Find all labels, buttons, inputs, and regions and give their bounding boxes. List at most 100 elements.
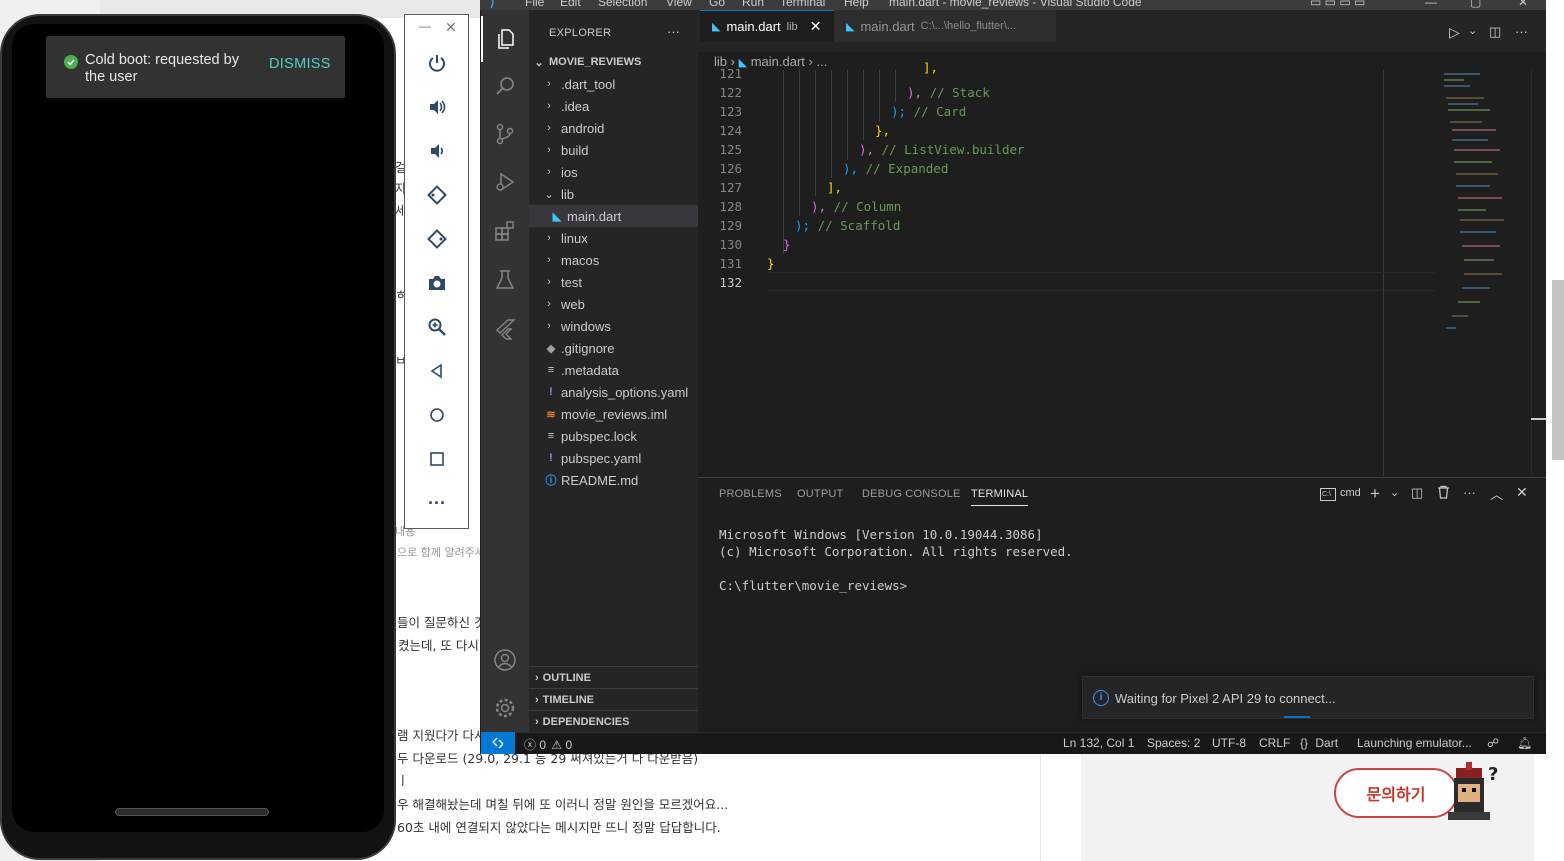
source-control-icon[interactable] — [481, 111, 529, 157]
menu-terminal[interactable]: Terminal — [780, 0, 825, 9]
manage-gear-icon[interactable] — [481, 685, 529, 731]
terminal-prompt[interactable]: C:\flutter\movie_reviews> — [719, 578, 907, 593]
volume-down-icon[interactable] — [421, 135, 453, 167]
code-line[interactable]: ), // ListView.builder — [859, 142, 1025, 157]
explorer-item[interactable]: › build — [529, 139, 698, 161]
explorer-item[interactable]: ! analysis_options.yaml — [529, 381, 698, 403]
code-line[interactable]: ], — [923, 60, 938, 75]
notifications-bell-icon[interactable]: 🔔︎ — [1517, 736, 1532, 750]
code-line[interactable]: } — [767, 256, 775, 271]
maximize-icon[interactable]: ▢ — [1470, 0, 1481, 9]
maximize-panel-icon[interactable]: ︿ — [1490, 484, 1503, 503]
explorer-item[interactable]: ! pubspec.yaml — [529, 447, 698, 469]
menu-help[interactable]: Help — [844, 0, 869, 9]
tab-output[interactable]: OUTPUT — [797, 488, 843, 500]
testing-icon[interactable] — [481, 257, 529, 303]
minimize-icon[interactable]: — — [419, 19, 431, 33]
code-line[interactable]: }, — [875, 123, 890, 138]
breadcrumb-file[interactable]: main.dart — [751, 54, 805, 69]
more-actions-icon[interactable]: ··· — [1515, 24, 1528, 39]
chevron-down-icon[interactable]: ⌄ — [1468, 24, 1477, 37]
menu-run[interactable]: Run — [742, 0, 764, 9]
explorer-item[interactable]: ⓘ README.md — [529, 469, 698, 491]
timeline-section[interactable]: › TIMELINE — [529, 688, 698, 710]
end-of-line[interactable]: CRLF — [1259, 736, 1290, 750]
project-root[interactable]: ⌄ MOVIE_REVIEWS — [529, 51, 698, 73]
editor-scrollbar[interactable] — [1531, 70, 1546, 476]
back-icon[interactable] — [421, 355, 453, 387]
language-mode[interactable]: {} Dart — [1300, 736, 1338, 750]
run-icon[interactable]: ▷ — [1449, 24, 1460, 41]
outline-section[interactable]: › OUTLINE — [529, 666, 698, 688]
rotate-right-icon[interactable] — [421, 223, 453, 255]
new-terminal-icon[interactable]: + — [1370, 484, 1380, 504]
explorer-item[interactable]: › ios — [529, 161, 698, 183]
snackbar-dismiss-button[interactable]: DISMISS — [269, 56, 331, 72]
tab-terminal[interactable]: TERMINAL — [971, 488, 1029, 506]
indentation[interactable]: Spaces: 2 — [1147, 736, 1200, 750]
menu-file[interactable]: File — [525, 0, 544, 9]
terminal-shell-name[interactable]: cmd — [1340, 487, 1361, 499]
code-line[interactable]: ), // Expanded — [843, 161, 948, 176]
remote-indicator-icon[interactable] — [481, 732, 515, 754]
code-line[interactable]: } — [783, 237, 791, 252]
background-scrollbar[interactable] — [1552, 280, 1564, 460]
explorer-item[interactable]: › macos — [529, 249, 698, 271]
launch-status[interactable]: Launching emulator... — [1357, 736, 1472, 750]
volume-up-icon[interactable] — [421, 91, 453, 123]
tab-debug-console[interactable]: DEBUG CONSOLE — [862, 488, 961, 500]
menu-edit[interactable]: Edit — [560, 0, 581, 9]
code-line[interactable]: ], — [827, 180, 842, 195]
dependencies-section[interactable]: › DEPENDENCIES — [529, 710, 698, 732]
flutter-icon[interactable] — [481, 306, 529, 352]
feedback-icon[interactable]: ☍ — [1487, 736, 1499, 750]
emulator-screen[interactable] — [12, 24, 384, 832]
explorer-item[interactable]: › android — [529, 117, 698, 139]
code-line[interactable]: ); // Card — [891, 104, 966, 119]
errors-indicator[interactable]: ⓧ 0 ⚠ 0 — [524, 736, 572, 753]
minimap[interactable] — [1440, 70, 1530, 340]
more-actions-icon[interactable]: ··· — [1463, 485, 1476, 500]
code-line[interactable]: ); // Scaffold — [795, 218, 900, 233]
explorer-item[interactable]: › web — [529, 293, 698, 315]
explorer-item[interactable]: › linux — [529, 227, 698, 249]
tab-main-dart-hello[interactable]: ◣ main.dart C:\...\hello_flutter\... — [834, 10, 1056, 42]
close-tab-icon[interactable]: ✕ — [810, 18, 822, 35]
layout-icons[interactable]: ▭ ▭ ▭ ▭ — [1310, 0, 1365, 9]
split-editor-icon[interactable]: ◫ — [1489, 24, 1501, 40]
breadcrumb-tail[interactable]: › ... — [809, 54, 828, 69]
trash-icon[interactable] — [1437, 485, 1450, 499]
explorer-item[interactable]: › test — [529, 271, 698, 293]
close-panel-icon[interactable]: ✕ — [1516, 484, 1528, 501]
cursor-position[interactable]: Ln 132, Col 1 — [1063, 736, 1134, 750]
close-icon[interactable]: ✕ — [445, 19, 457, 36]
explorer-item[interactable]: ≡ .metadata — [529, 359, 698, 381]
search-icon[interactable] — [481, 63, 529, 109]
code-line[interactable]: ), // Stack — [907, 85, 990, 100]
explorer-item[interactable]: ≋ movie_reviews.iml — [529, 403, 698, 425]
more-icon[interactable]: ··· — [421, 487, 453, 519]
zoom-icon[interactable] — [421, 311, 453, 343]
menu-view[interactable]: View — [666, 0, 692, 9]
tab-problems[interactable]: PROBLEMS — [719, 488, 782, 500]
split-terminal-icon[interactable]: ◫ — [1411, 485, 1423, 501]
menu-go[interactable]: Go — [709, 0, 725, 9]
explorer-item[interactable]: ≡ pubspec.lock — [529, 425, 698, 447]
explorer-item[interactable]: › .dart_tool — [529, 73, 698, 95]
account-icon[interactable] — [481, 637, 529, 683]
menu-selection[interactable]: Selection — [598, 0, 647, 9]
explorer-item[interactable]: ◣ main.dart — [529, 205, 698, 227]
home-icon[interactable] — [421, 399, 453, 431]
extensions-icon[interactable] — [481, 208, 529, 254]
explorer-item[interactable]: ⌄ lib — [529, 183, 698, 205]
run-debug-icon[interactable] — [481, 159, 529, 205]
encoding[interactable]: UTF-8 — [1212, 736, 1246, 750]
power-icon[interactable] — [421, 47, 453, 79]
chevron-down-icon[interactable]: ⌄ — [1390, 486, 1399, 499]
notification-toast[interactable]: i Waiting for Pixel 2 API 29 to connect.… — [1082, 676, 1534, 719]
overview-icon[interactable] — [421, 443, 453, 475]
close-icon[interactable]: ✕ — [1518, 0, 1528, 9]
minimize-icon[interactable]: — — [1425, 0, 1437, 9]
rotate-left-icon[interactable] — [421, 179, 453, 211]
explorer-item[interactable]: › windows — [529, 315, 698, 337]
